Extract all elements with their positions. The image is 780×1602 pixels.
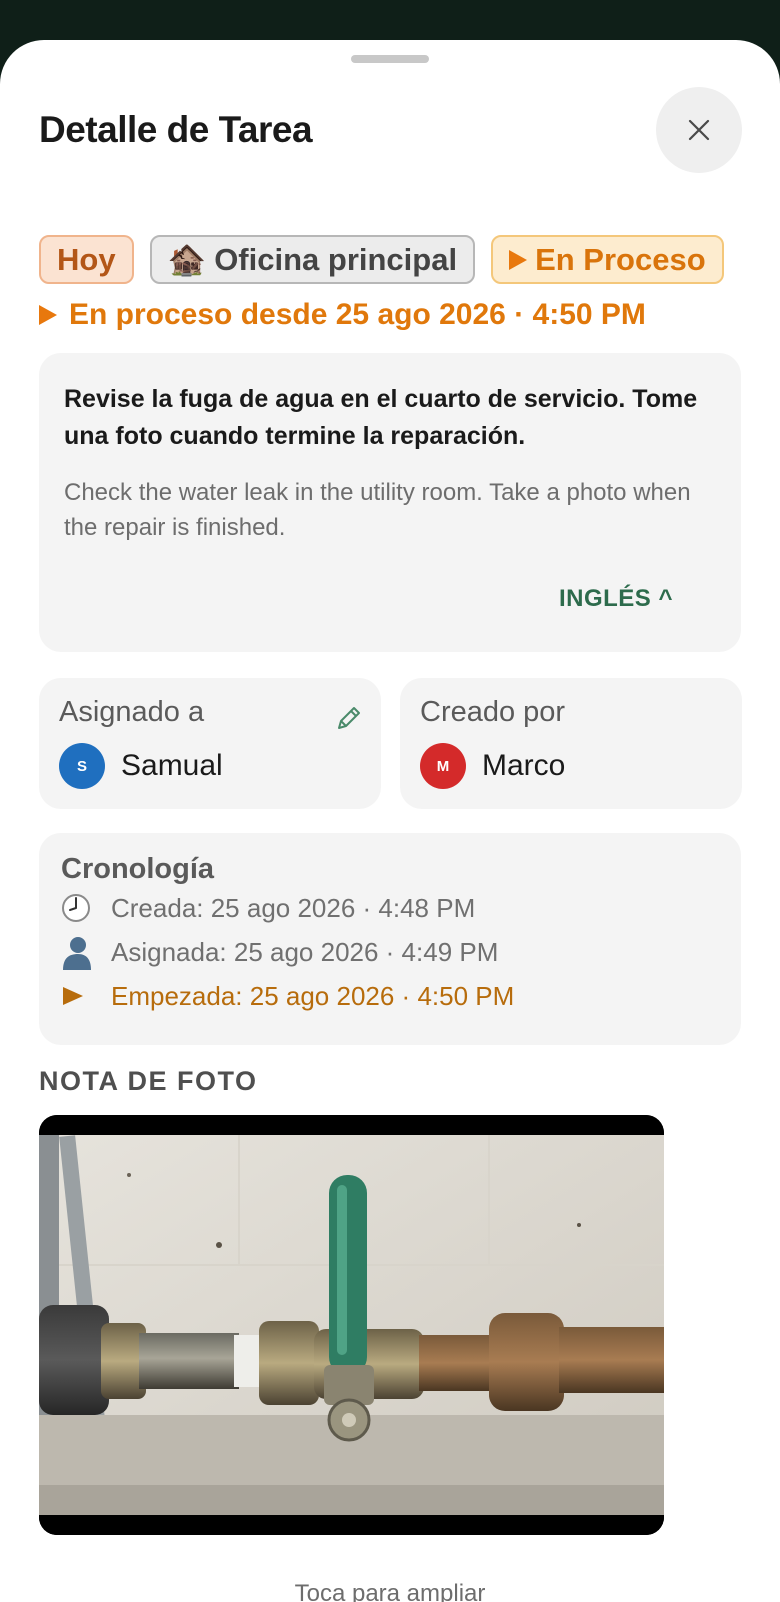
play-icon (39, 305, 57, 325)
timeline-assigned: Asignada: 25 ago 2026 · 4:49 PM (111, 936, 499, 967)
in-progress-since: En proceso desde 25 ago 2026 · 4:50 PM (39, 293, 646, 337)
page-title: Detalle de Tarea (39, 109, 313, 150)
language-toggle[interactable]: INGLÉS ^ (559, 585, 673, 613)
assigned-card: Asignado a S Samual (39, 678, 381, 809)
in-progress-since-text: En proceso desde 25 ago 2026 · 4:50 PM (69, 298, 646, 331)
description-card: Revise la fuga de agua en el cuarto de s… (39, 353, 741, 652)
close-button[interactable] (656, 87, 742, 173)
assigned-label: Asignado a (59, 696, 205, 728)
timeline-entry: Asignada: 25 ago 2026 · 4:49 PM (61, 930, 719, 974)
edit-pencil-icon[interactable] (335, 704, 363, 732)
creator-label: Creado por (420, 696, 566, 728)
task-detail-sheet: Detalle de Tarea Hoy 🏚️ Oficina principa… (0, 40, 780, 1602)
timeline-started: Empezada: 25 ago 2026 · 4:50 PM (111, 980, 515, 1011)
timeline-entry: Creada: 25 ago 2026 · 4:48 PM (61, 886, 719, 930)
location-chip[interactable]: 🏚️ Oficina principal (149, 235, 476, 284)
description-spanish: Revise la fuga de agua en el cuarto de s… (64, 385, 698, 450)
creator-name: Marco (482, 749, 566, 782)
photo-hint: Toca para ampliar (294, 1580, 486, 1602)
avatar: S (59, 743, 105, 789)
timeline-card: Cronología Creada: 25 ago 2026 · 4:48 PM… (39, 833, 741, 1045)
avatar: M (420, 743, 466, 789)
description-english: Check the water leak in the utility room… (64, 479, 691, 541)
due-today-chip: Hoy (39, 235, 134, 284)
play-icon (509, 249, 528, 270)
location-label: Oficina principal (214, 241, 458, 277)
play-icon (63, 987, 83, 1005)
creator-card: Creado por M Marco (400, 678, 742, 809)
sheet-grabber[interactable] (351, 55, 429, 63)
status-chip[interactable]: En Proceso (491, 235, 724, 284)
timeline-entry: Empezada: 25 ago 2026 · 4:50 PM (61, 974, 719, 1018)
timeline-created: Creada: 25 ago 2026 · 4:48 PM (111, 892, 476, 923)
timeline-title: Cronología (61, 853, 215, 885)
photo-note-heading: NOTA DE FOTO (39, 1066, 258, 1096)
due-today-label: Hoy (57, 241, 116, 277)
clock-icon (62, 894, 90, 922)
house-icon: 🏚️ (167, 242, 207, 277)
assignee-name: Samual (121, 749, 223, 782)
close-icon (688, 119, 710, 141)
chip-row: Hoy 🏚️ Oficina principal En Proceso (39, 235, 724, 284)
person-icon (63, 937, 91, 970)
status-label: En Proceso (535, 241, 706, 277)
photo-note-image[interactable] (39, 1115, 664, 1535)
